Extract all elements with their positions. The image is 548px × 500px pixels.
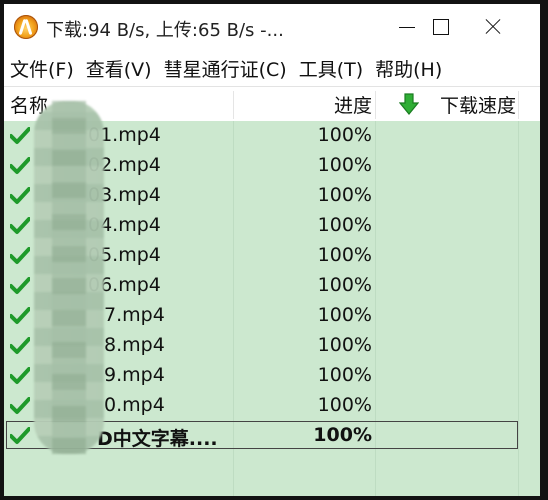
progress-value: 100% — [317, 394, 372, 416]
menu-file[interactable]: 文件(F) — [10, 55, 74, 82]
progress-value: 100% — [313, 424, 372, 446]
menu-help[interactable]: 帮助(H) — [375, 55, 442, 82]
progress-value: 100% — [317, 214, 372, 236]
progress-value: 100% — [317, 244, 372, 266]
menu-comet-pass[interactable]: 彗星通行证(C) — [164, 55, 287, 82]
progress-value: 100% — [317, 304, 372, 326]
check-icon — [10, 397, 30, 414]
progress-value: 100% — [317, 124, 372, 146]
torrent-list[interactable]: 01.mp4 100% 02.mp4 100% 03.mp4 100% 04.m… — [4, 101, 540, 496]
progress-value: 100% — [317, 154, 372, 176]
close-button[interactable] — [470, 4, 516, 50]
check-icon — [10, 127, 30, 144]
column-header-progress[interactable]: 进度 — [234, 87, 372, 121]
check-icon — [10, 247, 30, 264]
menu-bar: 文件(F) 查看(V) 彗星通行证(C) 工具(T) 帮助(H) — [4, 50, 540, 86]
file-name: D中文字幕.... — [97, 428, 218, 450]
check-icon — [10, 187, 30, 204]
file-name: 0.mp4 — [104, 394, 165, 416]
app-window: 下载:94 B/s, 上传:65 B/s -... 文件(F) 查看(V) 彗星… — [4, 4, 540, 496]
maximize-button[interactable] — [418, 4, 464, 50]
check-icon — [10, 337, 30, 354]
column-divider[interactable] — [518, 91, 519, 119]
file-name: 8.mp4 — [104, 334, 165, 356]
app-logo-icon[interactable] — [14, 15, 38, 39]
check-icon — [10, 277, 30, 294]
progress-value: 100% — [317, 184, 372, 206]
menu-view[interactable]: 查看(V) — [86, 55, 152, 82]
progress-value: 100% — [317, 274, 372, 296]
progress-value: 100% — [317, 334, 372, 356]
redaction-blur — [34, 101, 104, 454]
check-icon — [10, 367, 30, 384]
file-name: 9.mp4 — [104, 364, 165, 386]
check-icon — [10, 427, 30, 444]
check-icon — [10, 307, 30, 324]
check-icon — [10, 157, 30, 174]
window-title: 下载:94 B/s, 上传:65 B/s -... — [46, 20, 284, 41]
check-icon — [10, 217, 30, 234]
file-name: 7.mp4 — [104, 304, 165, 326]
menu-tools[interactable]: 工具(T) — [299, 55, 363, 82]
column-header-download-speed[interactable]: 下载速度 — [376, 87, 516, 121]
progress-value: 100% — [317, 364, 372, 386]
title-bar[interactable]: 下载:94 B/s, 上传:65 B/s -... — [4, 4, 540, 50]
